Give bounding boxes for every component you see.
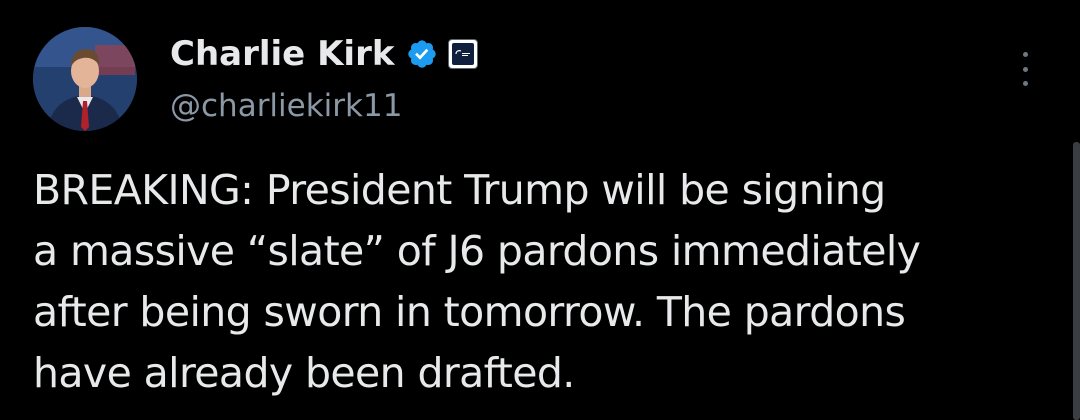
- organization-logo-icon: [452, 43, 475, 65]
- tweet-text: BREAKING: President Trump will be signin…: [33, 166, 921, 397]
- tweet-card[interactable]: Charlie Kirk @charliekirk11 BREAKING: Pr…: [0, 0, 1080, 420]
- author-name-row: Charlie Kirk: [170, 28, 479, 80]
- more-vertical-icon[interactable]: [1018, 52, 1032, 86]
- affiliation-badge-icon[interactable]: [448, 39, 479, 69]
- avatar-photo: [33, 27, 137, 131]
- more-dot: [1022, 52, 1028, 57]
- author-avatar[interactable]: [33, 27, 137, 131]
- author-display-name[interactable]: Charlie Kirk: [170, 34, 394, 74]
- more-dot: [1022, 66, 1028, 72]
- tweet-header: Charlie Kirk @charliekirk11: [170, 28, 479, 138]
- verified-badge-icon[interactable]: [406, 38, 438, 70]
- more-dot: [1022, 81, 1028, 86]
- author-handle[interactable]: @charliekirk11: [170, 88, 478, 124]
- scrollbar[interactable]: [1073, 142, 1080, 420]
